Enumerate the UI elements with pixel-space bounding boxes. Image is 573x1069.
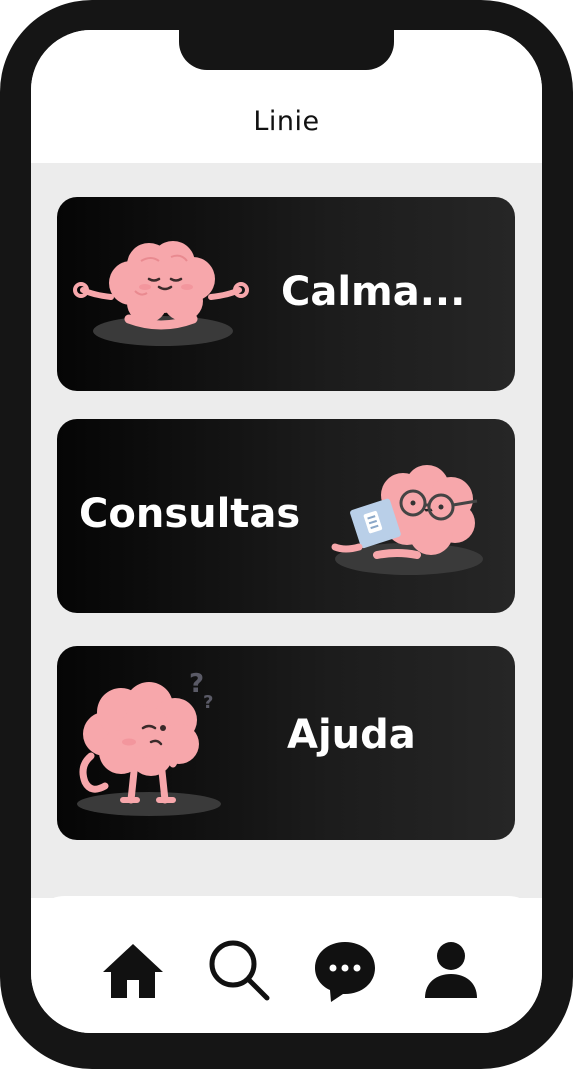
page-title: Linie bbox=[253, 106, 320, 137]
content-area: Calma... Consultas ? ? Ajuda bbox=[31, 163, 542, 898]
card-label-consultas: Consultas bbox=[79, 491, 301, 537]
card-consultas[interactable]: Consultas bbox=[57, 419, 515, 613]
nav-home-button[interactable] bbox=[99, 936, 167, 1004]
screen: Linie Calma... Consultas ? ? Ajuda bbox=[31, 30, 542, 1033]
chat-icon bbox=[315, 942, 375, 1002]
nav-chat-button[interactable] bbox=[311, 936, 379, 1004]
card-label-calma: Calma... bbox=[281, 269, 466, 315]
card-ajuda[interactable]: ? ? Ajuda bbox=[57, 646, 515, 840]
camera-notch bbox=[179, 30, 394, 70]
phone-frame: Linie Calma... Consultas ? ? Ajuda bbox=[0, 0, 573, 1069]
meditating-brain-icon bbox=[73, 241, 249, 346]
confused-brain-icon: ? ? bbox=[77, 669, 221, 816]
search-icon bbox=[209, 940, 270, 1001]
nav-search-button[interactable] bbox=[205, 936, 273, 1004]
nav-profile-button[interactable] bbox=[417, 936, 485, 1004]
svg-text:?: ? bbox=[203, 692, 213, 713]
card-calma[interactable]: Calma... bbox=[57, 197, 515, 391]
bottom-nav bbox=[31, 896, 542, 1033]
home-icon bbox=[103, 944, 163, 998]
card-label-ajuda: Ajuda bbox=[287, 712, 416, 758]
profile-icon bbox=[425, 942, 477, 998]
svg-text:?: ? bbox=[189, 669, 204, 699]
reading-brain-icon bbox=[331, 465, 483, 575]
